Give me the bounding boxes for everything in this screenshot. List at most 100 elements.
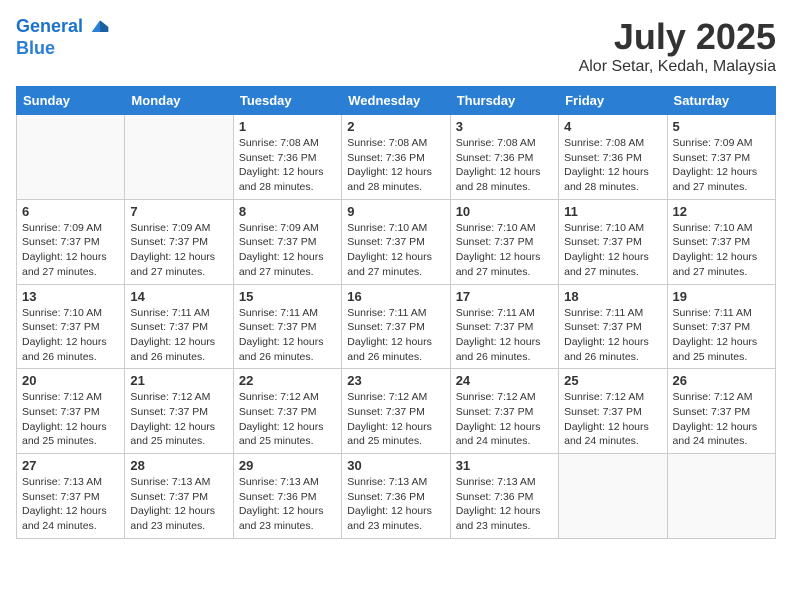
- cell-content: Sunrise: 7:11 AMSunset: 7:37 PMDaylight:…: [564, 306, 661, 365]
- day-number: 15: [239, 289, 336, 304]
- calendar-cell: 20Sunrise: 7:12 AMSunset: 7:37 PMDayligh…: [17, 369, 125, 454]
- day-number: 8: [239, 204, 336, 219]
- calendar-cell: 13 Sunrise: 7:10 AMSunset: 7:37 PMDayligh…: [17, 284, 125, 369]
- calendar-cell: 28 Sunrise: 7:13 AMSunset: 7:37 PMDayligh…: [125, 454, 233, 539]
- day-number: 10: [456, 204, 553, 219]
- cell-content: Sunrise: 7:10 AMSunset: 7:37 PMDaylight:…: [564, 221, 661, 280]
- calendar-cell: 4Sunrise: 7:08 AMSunset: 7:36 PMDaylight…: [559, 115, 667, 200]
- calendar-cell: 25Sunrise: 7:12 AMSunset: 7:37 PMDayligh…: [559, 369, 667, 454]
- day-number: 21: [130, 373, 227, 388]
- logo: General Blue: [16, 16, 110, 59]
- calendar-cell: 7 Sunrise: 7:09 AMSunset: 7:37 PMDaylight…: [125, 199, 233, 284]
- day-number: 6: [22, 204, 119, 219]
- calendar-cell: 17Sunrise: 7:11 AMSunset: 7:37 PMDayligh…: [450, 284, 558, 369]
- week-row-4: 20Sunrise: 7:12 AMSunset: 7:37 PMDayligh…: [17, 369, 776, 454]
- calendar-cell: 15 Sunrise: 7:11 AMSunset: 7:37 PMDayligh…: [233, 284, 341, 369]
- calendar-cell: 29 Sunrise: 7:13 AMSunset: 7:36 PMDayligh…: [233, 454, 341, 539]
- day-number: 7: [130, 204, 227, 219]
- week-row-5: 27 Sunrise: 7:13 AMSunset: 7:37 PMDayligh…: [17, 454, 776, 539]
- month-title: July 2025: [579, 16, 776, 58]
- day-number: 19: [673, 289, 770, 304]
- day-number: 22: [239, 373, 336, 388]
- calendar-cell: 11 Sunrise: 7:10 AMSunset: 7:37 PMDayligh…: [559, 199, 667, 284]
- cell-content: Sunrise: 7:11 AMSunset: 7:37 PMDaylight:…: [456, 306, 553, 365]
- cell-content: Sunrise: 7:13 AMSunset: 7:37 PMDaylight:…: [22, 475, 119, 534]
- calendar-cell: [559, 454, 667, 539]
- day-number: 13: [22, 289, 119, 304]
- calendar-cell: 18Sunrise: 7:11 AMSunset: 7:37 PMDayligh…: [559, 284, 667, 369]
- cell-content: Sunrise: 7:10 AMSunset: 7:37 PMDaylight:…: [22, 306, 119, 365]
- day-number: 28: [130, 458, 227, 473]
- day-number: 2: [347, 119, 444, 134]
- day-number: 11: [564, 204, 661, 219]
- cell-content: Sunrise: 7:11 AMSunset: 7:37 PMDaylight:…: [130, 306, 227, 365]
- location-title: Alor Setar, Kedah, Malaysia: [579, 58, 776, 76]
- cell-content: Sunrise: 7:08 AMSunset: 7:36 PMDaylight:…: [347, 136, 444, 195]
- calendar-cell: 5 Sunrise: 7:09 AMSunset: 7:37 PMDaylight…: [667, 115, 775, 200]
- calendar-cell: 6Sunrise: 7:09 AMSunset: 7:37 PMDaylight…: [17, 199, 125, 284]
- calendar-cell: [667, 454, 775, 539]
- cell-content: Sunrise: 7:11 AMSunset: 7:37 PMDaylight:…: [673, 306, 770, 365]
- day-number: 9: [347, 204, 444, 219]
- cell-content: Sunrise: 7:08 AMSunset: 7:36 PMDaylight:…: [564, 136, 661, 195]
- week-row-2: 6 Sunrise: 7:09 AMSunset: 7:37 PMDaylight…: [17, 199, 776, 284]
- day-number: 1: [239, 119, 336, 134]
- calendar-cell: 8 Sunrise: 7:09 AMSunset: 7:37 PMDaylight…: [233, 199, 341, 284]
- week-row-3: 13 Sunrise: 7:10 AMSunset: 7:37 PMDayligh…: [17, 284, 776, 369]
- day-number: 23: [347, 373, 444, 388]
- cell-content: Sunrise: 7:13 AMSunset: 7:36 PMDaylight:…: [239, 475, 336, 534]
- cell-content: Sunrise: 7:09 AMSunset: 7:37 PMDaylight:…: [673, 136, 770, 195]
- cell-content: Sunrise: 7:12 AMSunset: 7:37 PMDaylight:…: [673, 390, 770, 449]
- cell-content: Sunrise: 7:09 AMSunset: 7:37 PMDaylight:…: [130, 221, 227, 280]
- col-header-monday: Monday: [125, 87, 233, 115]
- day-number: 14: [130, 289, 227, 304]
- day-number: 3: [456, 119, 553, 134]
- cell-content: Sunrise: 7:08 AMSunset: 7:36 PMDaylight:…: [239, 136, 336, 195]
- cell-content: Sunrise: 7:11 AMSunset: 7:37 PMDaylight:…: [347, 306, 444, 365]
- calendar-cell: 22 Sunrise: 7:12 AMSunset: 7:37 PMDayligh…: [233, 369, 341, 454]
- calendar-cell: 31Sunrise: 7:13 AMSunset: 7:36 PMDayligh…: [450, 454, 558, 539]
- day-number: 25: [564, 373, 661, 388]
- cell-content: Sunrise: 7:12 AMSunset: 7:37 PMDaylight:…: [22, 390, 119, 449]
- cell-content: Sunrise: 7:10 AMSunset: 7:37 PMDaylight:…: [456, 221, 553, 280]
- cell-content: Sunrise: 7:13 AMSunset: 7:36 PMDaylight:…: [347, 475, 444, 534]
- cell-content: Sunrise: 7:13 AMSunset: 7:37 PMDaylight:…: [130, 475, 227, 534]
- page-header: General Blue July 2025 Alor Setar, Kedah…: [16, 16, 776, 76]
- logo-blue-text: Blue: [16, 38, 110, 60]
- cell-content: Sunrise: 7:10 AMSunset: 7:37 PMDaylight:…: [347, 221, 444, 280]
- col-header-saturday: Saturday: [667, 87, 775, 115]
- calendar-cell: 26Sunrise: 7:12 AMSunset: 7:37 PMDayligh…: [667, 369, 775, 454]
- day-number: 24: [456, 373, 553, 388]
- calendar-cell: 9 Sunrise: 7:10 AMSunset: 7:37 PMDaylight…: [342, 199, 450, 284]
- calendar-table: SundayMondayTuesdayWednesdayThursdayFrid…: [16, 86, 776, 539]
- calendar-cell: 24 Sunrise: 7:12 AMSunset: 7:37 PMDayligh…: [450, 369, 558, 454]
- calendar-cell: 27 Sunrise: 7:13 AMSunset: 7:37 PMDayligh…: [17, 454, 125, 539]
- cell-content: Sunrise: 7:12 AMSunset: 7:37 PMDaylight:…: [239, 390, 336, 449]
- cell-content: Sunrise: 7:12 AMSunset: 7:37 PMDaylight:…: [130, 390, 227, 449]
- day-number: 31: [456, 458, 553, 473]
- calendar-cell: 14 Sunrise: 7:11 AMSunset: 7:37 PMDayligh…: [125, 284, 233, 369]
- day-number: 5: [673, 119, 770, 134]
- cell-content: Sunrise: 7:09 AMSunset: 7:37 PMDaylight:…: [239, 221, 336, 280]
- calendar-cell: 19 Sunrise: 7:11 AMSunset: 7:37 PMDayligh…: [667, 284, 775, 369]
- cell-content: Sunrise: 7:12 AMSunset: 7:37 PMDaylight:…: [347, 390, 444, 449]
- day-number: 29: [239, 458, 336, 473]
- day-number: 12: [673, 204, 770, 219]
- calendar-cell: 16Sunrise: 7:11 AMSunset: 7:37 PMDayligh…: [342, 284, 450, 369]
- cell-content: Sunrise: 7:12 AMSunset: 7:37 PMDaylight:…: [456, 390, 553, 449]
- calendar-cell: 3 Sunrise: 7:08 AMSunset: 7:36 PMDaylight…: [450, 115, 558, 200]
- cell-content: Sunrise: 7:11 AMSunset: 7:37 PMDaylight:…: [239, 306, 336, 365]
- col-header-sunday: Sunday: [17, 87, 125, 115]
- calendar-cell: 12 Sunrise: 7:10 AMSunset: 7:37 PMDayligh…: [667, 199, 775, 284]
- calendar-cell: 10 Sunrise: 7:10 AMSunset: 7:37 PMDayligh…: [450, 199, 558, 284]
- day-number: 30: [347, 458, 444, 473]
- day-number: 27: [22, 458, 119, 473]
- cell-content: Sunrise: 7:08 AMSunset: 7:36 PMDaylight:…: [456, 136, 553, 195]
- calendar-cell: 1 Sunrise: 7:08 AMSunset: 7:36 PMDaylight…: [233, 115, 341, 200]
- header-row: SundayMondayTuesdayWednesdayThursdayFrid…: [17, 87, 776, 115]
- calendar-cell: [17, 115, 125, 200]
- cell-content: Sunrise: 7:10 AMSunset: 7:37 PMDaylight:…: [673, 221, 770, 280]
- calendar-cell: 2 Sunrise: 7:08 AMSunset: 7:36 PMDaylight…: [342, 115, 450, 200]
- col-header-friday: Friday: [559, 87, 667, 115]
- calendar-cell: 23 Sunrise: 7:12 AMSunset: 7:37 PMDayligh…: [342, 369, 450, 454]
